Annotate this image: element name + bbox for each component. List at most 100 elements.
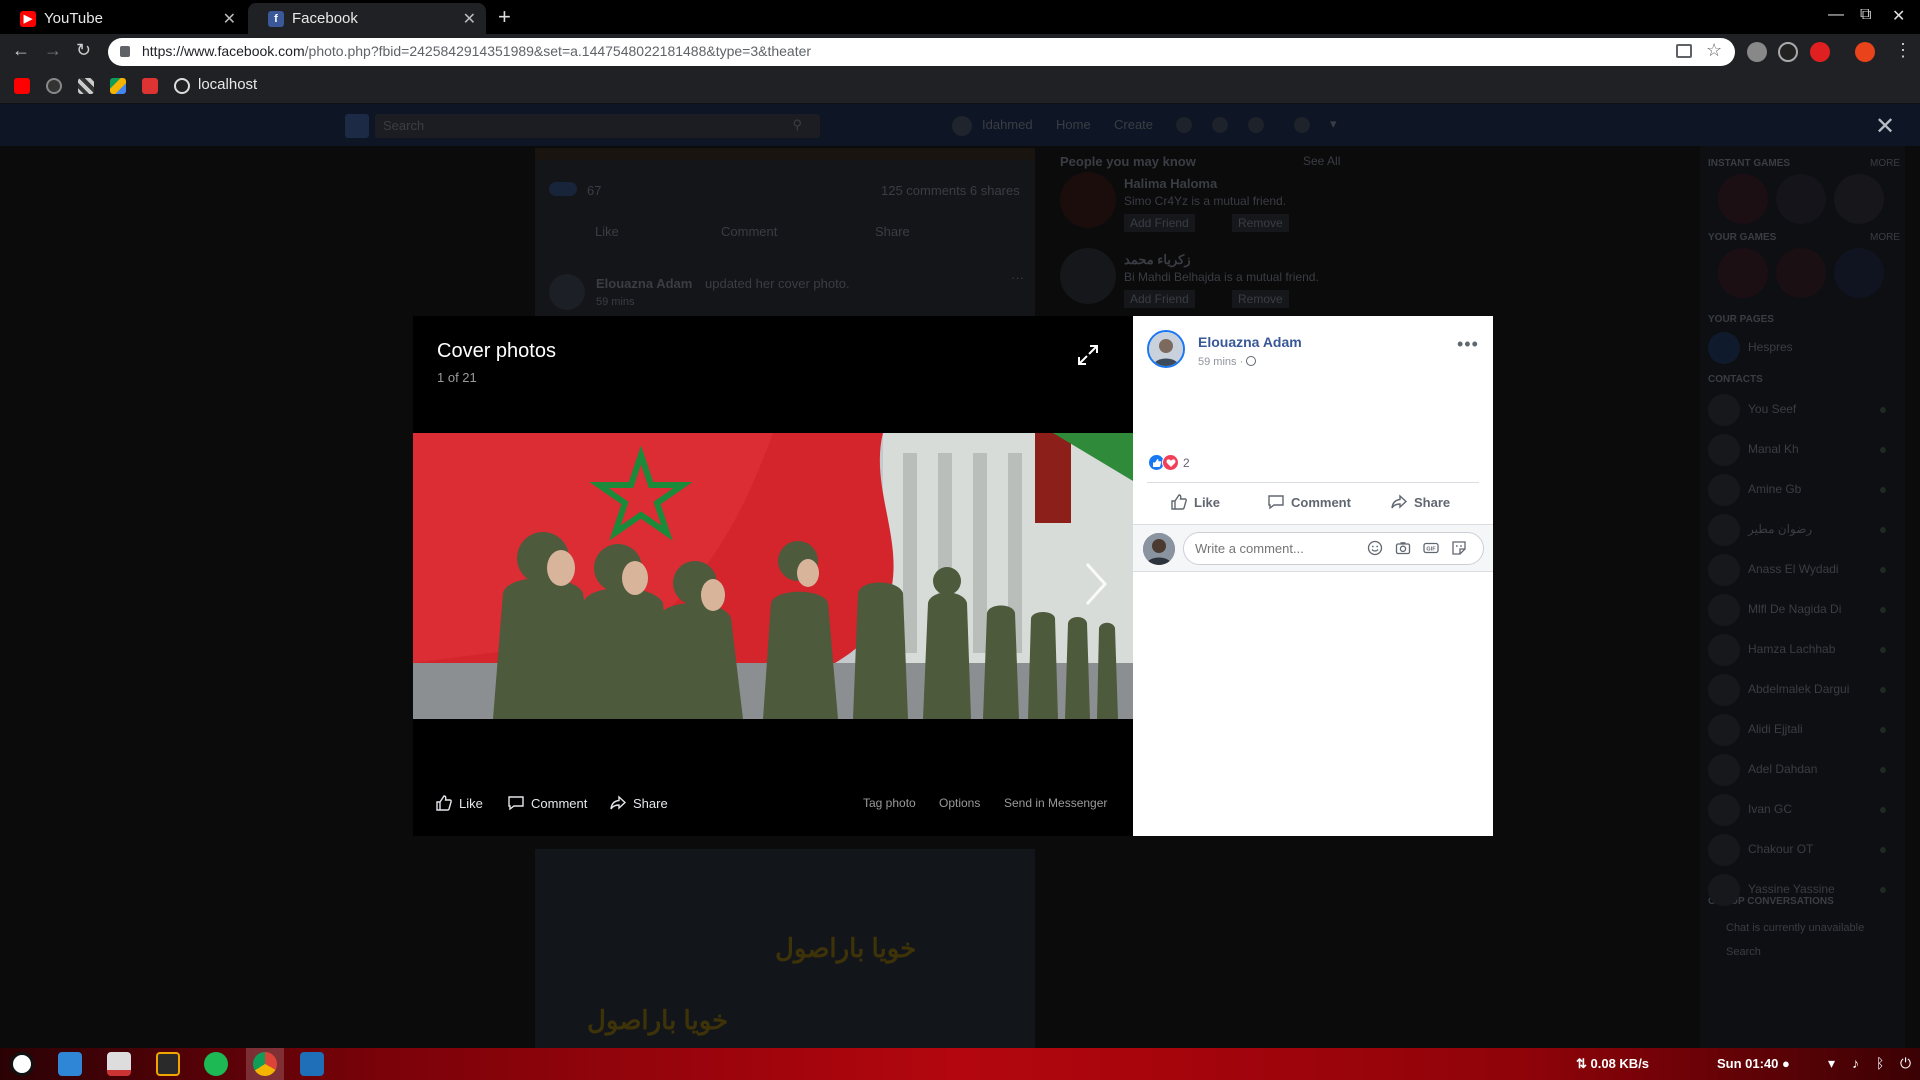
contact-avatar[interactable] bbox=[1708, 594, 1740, 626]
power-icon[interactable]: ⏻ bbox=[1900, 1055, 1911, 1072]
facebook-logo-icon[interactable] bbox=[345, 114, 369, 138]
fb-search-input[interactable]: Search ⚲ bbox=[375, 114, 820, 138]
person-name[interactable]: Halima Haloma bbox=[1124, 176, 1217, 191]
volume-icon[interactable]: ♪ bbox=[1852, 1055, 1859, 1071]
post-author[interactable]: Elouazna Adam bbox=[596, 276, 692, 291]
gif-icon[interactable]: GIF bbox=[1423, 540, 1439, 556]
tab-youtube[interactable]: ▶ YouTube ✕ bbox=[0, 3, 246, 34]
next-photo-icon[interactable] bbox=[1081, 560, 1111, 608]
help-icon[interactable] bbox=[1294, 117, 1310, 133]
close-tab-icon[interactable]: ✕ bbox=[223, 9, 236, 29]
feed-share-button[interactable]: Share bbox=[875, 224, 910, 239]
share-button[interactable]: Share bbox=[1390, 493, 1450, 511]
remove-button[interactable]: Remove bbox=[1232, 290, 1289, 308]
gmail-bookmark-icon[interactable] bbox=[142, 78, 158, 94]
youtube-bookmark-icon[interactable] bbox=[14, 78, 30, 94]
nav-home[interactable]: Home bbox=[1056, 117, 1091, 132]
contact-avatar[interactable] bbox=[1708, 514, 1740, 546]
bookmark-star-icon[interactable]: ☆ bbox=[1706, 40, 1722, 61]
contact-name[interactable]: Chakour OT bbox=[1748, 842, 1813, 856]
extension-icon[interactable] bbox=[1778, 42, 1798, 62]
game-icon[interactable] bbox=[1834, 248, 1884, 298]
add-friend-button[interactable]: Add Friend bbox=[1124, 214, 1195, 232]
reaction-count[interactable]: 2 bbox=[1183, 456, 1190, 470]
options-link[interactable]: Options bbox=[939, 796, 980, 810]
more-icon[interactable]: ··· bbox=[1011, 270, 1024, 285]
send-in-messenger-link[interactable]: Send in Messenger bbox=[1004, 796, 1107, 810]
contact-name[interactable]: Mlfl De Nagida Di bbox=[1748, 602, 1841, 616]
more-link[interactable]: MORE bbox=[1870, 232, 1900, 243]
game-icon[interactable] bbox=[1718, 248, 1768, 298]
contact-name[interactable]: رضوان مطير bbox=[1748, 522, 1812, 536]
contact-avatar[interactable] bbox=[1708, 554, 1740, 586]
comment-button[interactable]: Comment bbox=[1267, 493, 1351, 511]
url-text[interactable]: https://www.facebook.com/photo.php?fbid=… bbox=[142, 43, 811, 59]
contact-name[interactable]: Abdelmalek Dargui bbox=[1748, 682, 1849, 696]
contact-avatar[interactable] bbox=[1708, 754, 1740, 786]
translate-icon[interactable] bbox=[1676, 44, 1692, 58]
avatar[interactable] bbox=[1060, 172, 1116, 228]
sublime-text-icon[interactable] bbox=[156, 1052, 180, 1076]
more-link[interactable]: MORE bbox=[1870, 158, 1900, 169]
contact-name[interactable]: Yassine Yassine bbox=[1748, 882, 1835, 896]
contact-name[interactable]: You Seef bbox=[1748, 402, 1796, 416]
add-friend-button[interactable]: Add Friend bbox=[1124, 290, 1195, 308]
emoji-icon[interactable] bbox=[1367, 540, 1383, 556]
feed-comment-button[interactable]: Comment bbox=[721, 224, 777, 239]
bluetooth-icon[interactable]: ᛒ bbox=[1876, 1055, 1884, 1071]
game-icon[interactable] bbox=[1718, 174, 1768, 224]
theater-like-button[interactable]: Like bbox=[435, 794, 483, 812]
contact-name[interactable]: Hamza Lachhab bbox=[1748, 642, 1835, 656]
comments-shares[interactable]: 125 comments 6 shares bbox=[881, 183, 1020, 198]
back-icon[interactable]: ← bbox=[12, 40, 30, 61]
notifications-icon[interactable] bbox=[1248, 117, 1264, 133]
feed-like-button[interactable]: Like bbox=[595, 224, 619, 239]
my-avatar[interactable] bbox=[1143, 533, 1175, 565]
cover-photo[interactable] bbox=[413, 433, 1133, 719]
app-launcher-icon[interactable] bbox=[10, 1052, 34, 1076]
close-tab-icon[interactable]: ✕ bbox=[463, 9, 476, 29]
contact-name[interactable]: Anass El Wydadi bbox=[1748, 562, 1839, 576]
tag-photo-link[interactable]: Tag photo bbox=[863, 796, 916, 810]
store-app-icon[interactable] bbox=[107, 1052, 131, 1076]
author-avatar[interactable] bbox=[1147, 330, 1185, 368]
game-icon[interactable] bbox=[1776, 174, 1826, 224]
contact-avatar[interactable] bbox=[1708, 394, 1740, 426]
close-window-icon[interactable]: ✕ bbox=[1892, 6, 1905, 26]
github-bookmark-icon[interactable] bbox=[46, 78, 62, 94]
wifi-icon[interactable]: ▾ bbox=[1828, 1055, 1835, 1072]
search-icon[interactable]: ⚲ bbox=[792, 117, 802, 133]
sticker-icon[interactable] bbox=[1451, 540, 1467, 556]
files-app-icon[interactable] bbox=[58, 1052, 82, 1076]
globe-icon[interactable] bbox=[1246, 356, 1257, 366]
page-name[interactable]: Hespres bbox=[1748, 340, 1793, 354]
contact-avatar[interactable] bbox=[1708, 474, 1740, 506]
theater-comment-button[interactable]: Comment bbox=[507, 794, 587, 812]
avatar[interactable] bbox=[1060, 248, 1116, 304]
chevron-down-icon[interactable]: ▾ bbox=[1330, 116, 1337, 132]
avatar[interactable] bbox=[952, 116, 972, 136]
contact-avatar[interactable] bbox=[1708, 794, 1740, 826]
tab-facebook[interactable]: f Facebook ✕ bbox=[248, 3, 486, 34]
camera-icon[interactable] bbox=[1395, 540, 1411, 556]
contact-avatar[interactable] bbox=[1708, 874, 1740, 906]
messenger-icon[interactable] bbox=[1212, 117, 1228, 133]
avatar[interactable] bbox=[549, 274, 585, 310]
person-name[interactable]: زكرياء محمد bbox=[1124, 252, 1191, 268]
minimize-icon[interactable]: — bbox=[1828, 6, 1844, 24]
contact-avatar[interactable] bbox=[1708, 674, 1740, 706]
clock[interactable]: Sun 01:40 ● bbox=[1717, 1056, 1790, 1071]
more-options-icon[interactable]: ••• bbox=[1457, 334, 1479, 355]
new-tab-icon[interactable]: + bbox=[498, 4, 511, 30]
see-all-link[interactable]: See All bbox=[1303, 154, 1340, 168]
post-author[interactable]: Elouazna Adam bbox=[1198, 334, 1302, 350]
contact-avatar[interactable] bbox=[1708, 634, 1740, 666]
menu-icon[interactable]: ⋮ bbox=[1894, 40, 1912, 61]
theater-share-button[interactable]: Share bbox=[609, 794, 668, 812]
expand-icon[interactable] bbox=[1077, 344, 1099, 366]
bookmark-localhost[interactable]: localhost bbox=[198, 76, 257, 93]
page-avatar[interactable] bbox=[1708, 332, 1740, 364]
contact-avatar[interactable] bbox=[1708, 434, 1740, 466]
like-button[interactable]: Like bbox=[1170, 493, 1220, 511]
spotify-icon[interactable] bbox=[204, 1052, 228, 1076]
